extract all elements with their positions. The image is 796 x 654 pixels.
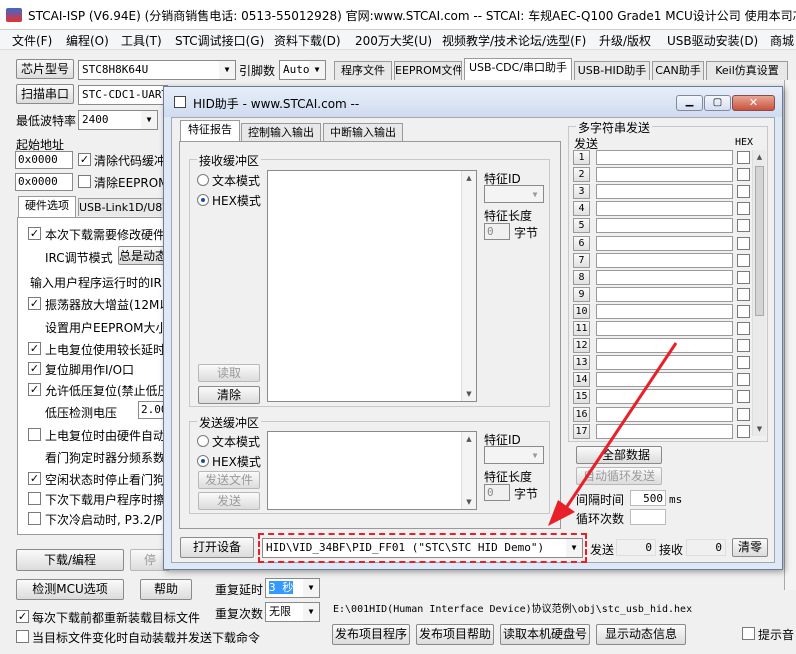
annotation-arrow <box>548 342 678 526</box>
